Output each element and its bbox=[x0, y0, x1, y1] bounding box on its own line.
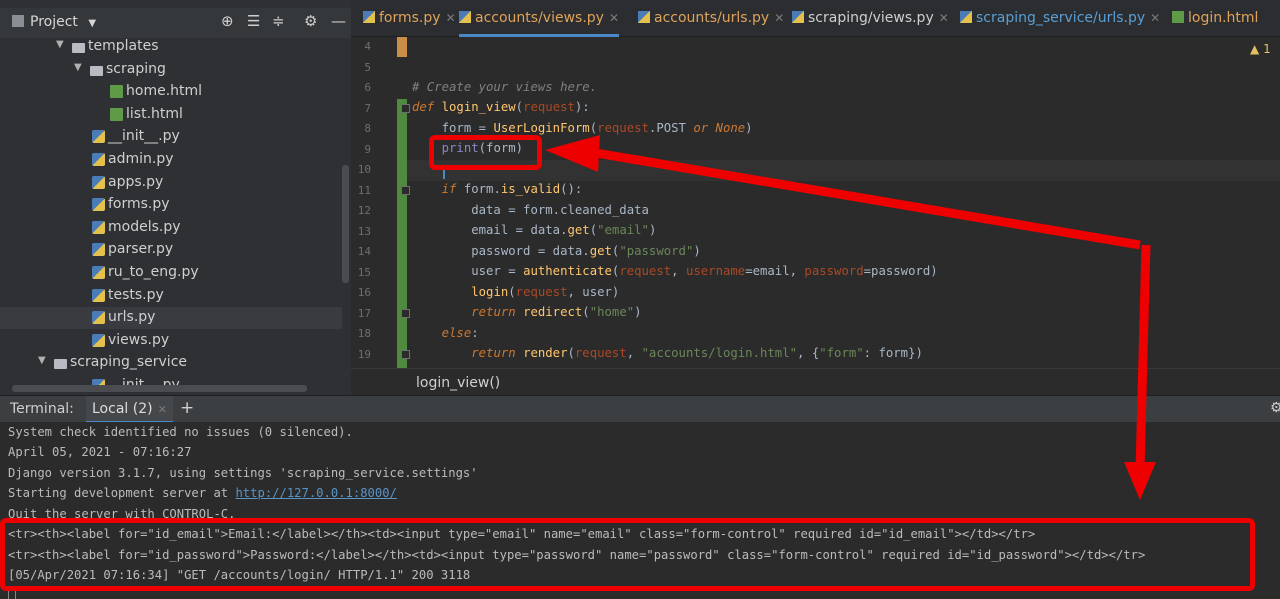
arrow-to-print-line bbox=[589, 147, 1141, 250]
arrowhead-down bbox=[1124, 462, 1156, 500]
arrow-to-terminal-line bbox=[1135, 244, 1151, 471]
arrowhead-left bbox=[545, 135, 600, 172]
annotation-arrows bbox=[545, 135, 1156, 500]
